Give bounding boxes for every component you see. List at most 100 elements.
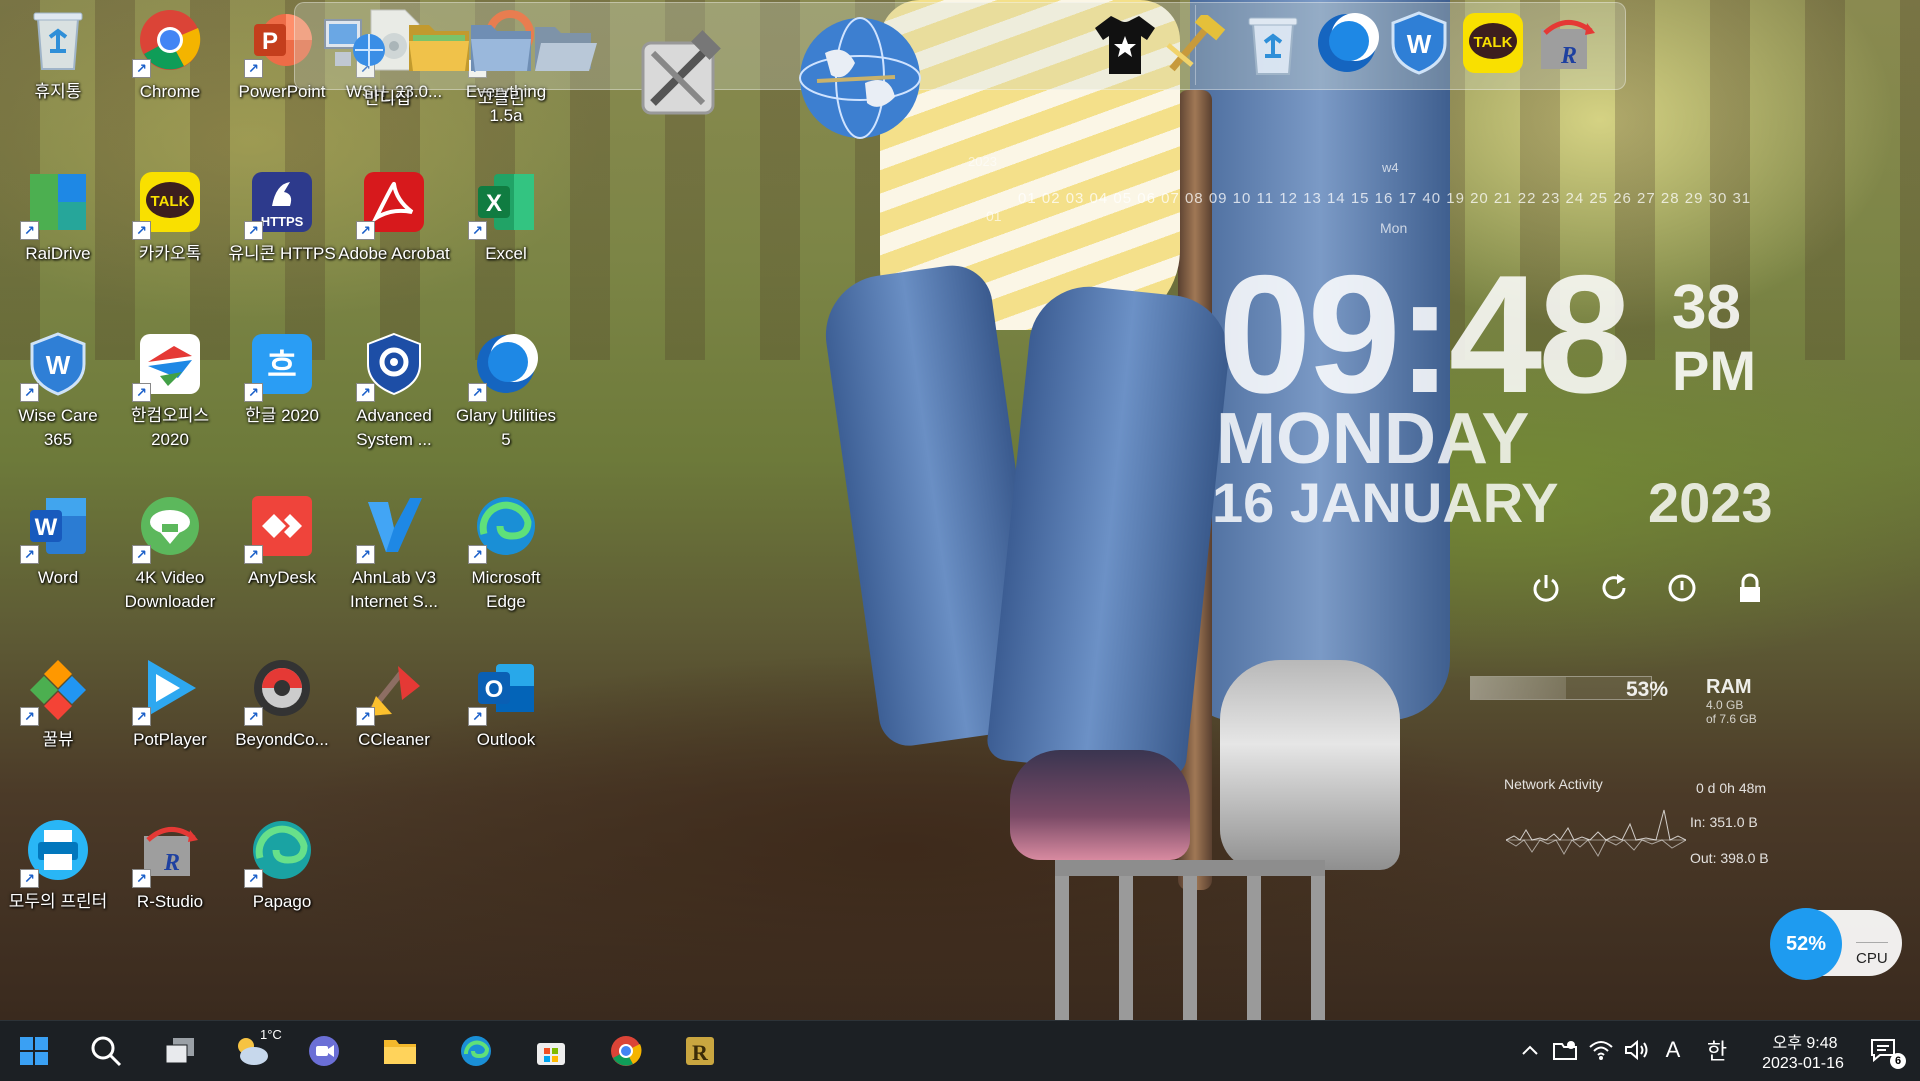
start-icon[interactable] — [10, 1029, 58, 1073]
4k-downloader-icon: ↗ — [132, 492, 204, 564]
desktop-icon-24[interactable]: O ↗ Outlook — [450, 654, 562, 752]
store-icon[interactable] — [527, 1029, 575, 1073]
lock-icon[interactable] — [1730, 568, 1770, 608]
dock-folder-blue-icon[interactable] — [467, 11, 535, 79]
ime-language[interactable]: 한 — [1702, 1035, 1732, 1065]
chat-icon[interactable] — [300, 1029, 348, 1073]
dock-tools-icon[interactable] — [613, 13, 743, 143]
shortcut-arrow-icon: ↗ — [356, 221, 375, 240]
desktop-icon-label: 한글 2020 — [245, 406, 319, 425]
desktop-icon-label: 모두의 프린터 — [8, 892, 108, 911]
desktop-icon-27[interactable]: ↗ Papago — [226, 816, 338, 914]
recycle-bin-icon — [24, 6, 92, 74]
shortcut-arrow-icon: ↗ — [20, 869, 39, 888]
shortcut-arrow-icon: ↗ — [132, 869, 151, 888]
desktop-icon-20[interactable]: ↗ 꿀뷰 — [2, 654, 114, 752]
desktop-icon-label: RaiDrive — [25, 244, 91, 263]
shortcut-arrow-icon: ↗ — [356, 383, 375, 402]
hancom-icon: ↗ — [132, 330, 204, 402]
rstudio-icon[interactable]: R — [676, 1029, 724, 1073]
shortcut-arrow-icon: ↗ — [132, 59, 151, 78]
desktop-icon-1[interactable]: ↗ Chrome — [114, 6, 226, 104]
taskbar-clock-date[interactable]: 2023-01-16 — [1748, 1055, 1858, 1073]
dock-recycle-bin-icon[interactable] — [1239, 11, 1307, 79]
desktop-icon-10[interactable]: W ↗ Wise Care 365 — [2, 330, 114, 452]
volume-icon[interactable] — [1622, 1035, 1652, 1065]
dock-rstudio-icon[interactable]: R — [1533, 9, 1601, 77]
desktop-icon-5[interactable]: ↗ RaiDrive — [2, 168, 114, 266]
shortcut-arrow-icon: ↗ — [356, 545, 375, 564]
ram-label: RAM — [1706, 676, 1752, 698]
desktop-icon-25[interactable]: ↗ 모두의 프린터 — [2, 816, 114, 914]
desktop-icon-21[interactable]: ↗ PotPlayer — [114, 654, 226, 752]
svg-text:P: P — [262, 28, 278, 55]
dock-globe-icon[interactable] — [795, 13, 925, 143]
chevron-up-icon[interactable] — [1515, 1035, 1545, 1065]
desktop-icon-14[interactable]: ↗ Glary Utilities 5 — [450, 330, 562, 452]
dock-hammer-icon[interactable] — [1161, 11, 1229, 79]
shortcut-arrow-icon: ↗ — [468, 707, 487, 726]
restart-icon[interactable] — [1594, 568, 1634, 608]
dock-glary-icon[interactable] — [1313, 9, 1381, 77]
desktop-icon-0[interactable]: 휴지통 — [2, 6, 114, 104]
network-activity-label: Network Activity — [1504, 776, 1603, 792]
desktop-icon-6[interactable]: TALK ↗ 카카오톡 — [114, 168, 226, 266]
task-view-icon[interactable] — [156, 1029, 204, 1073]
desktop-icon-7[interactable]: HTTPS ↗ 유니콘 HTTPS — [226, 168, 338, 266]
file-explorer-icon[interactable] — [376, 1029, 424, 1073]
desktop-icon-18[interactable]: ↗ AhnLab V3 Internet S... — [338, 492, 450, 614]
desktop-icon-17[interactable]: ↗ AnyDesk — [226, 492, 338, 590]
edge-icon[interactable] — [452, 1029, 500, 1073]
shortcut-arrow-icon: ↗ — [132, 545, 151, 564]
chrome-icon[interactable] — [602, 1029, 650, 1073]
network-out: Out: 398.0 B — [1690, 850, 1769, 866]
dock-folder-green-icon[interactable] — [405, 11, 473, 79]
clock-seconds: 38 — [1672, 273, 1741, 342]
desktop-icon-8[interactable]: ↗ Adobe Acrobat — [338, 168, 450, 266]
clock-ampm: PM — [1672, 339, 1756, 402]
sleep-icon[interactable] — [1662, 568, 1702, 608]
power-icon[interactable] — [1526, 568, 1566, 608]
desktop-icon-label: Papago — [252, 892, 312, 911]
desktop-icon-label: CCleaner — [358, 730, 430, 749]
chrome-icon: ↗ — [132, 6, 204, 78]
kakaotalk-icon: TALK ↗ — [132, 168, 204, 240]
network-folder-icon[interactable] — [1550, 1035, 1580, 1065]
dock-kakaotalk-icon[interactable]: TALK — [1459, 9, 1527, 77]
desktop-icon-22[interactable]: ↗ BeyondCo... — [226, 654, 338, 752]
dock-wisecare-icon[interactable]: W — [1385, 9, 1453, 77]
shortcut-arrow-icon: ↗ — [356, 707, 375, 726]
desktop-icon-26[interactable]: R ↗ R-Studio — [114, 816, 226, 914]
honeyview-icon: ↗ — [20, 654, 92, 726]
cpu-mini-graph — [1856, 924, 1888, 943]
desktop-icon-label: 유니콘 HTTPS — [228, 244, 336, 263]
desktop-icon-label: AnyDesk — [247, 568, 317, 587]
dock-computer-globe-icon[interactable] — [321, 11, 389, 79]
wifi-icon[interactable] — [1586, 1035, 1616, 1065]
desktop-icon-19[interactable]: ↗ Microsoft Edge — [450, 492, 562, 614]
shortcut-arrow-icon: ↗ — [20, 221, 39, 240]
dock-folder-open-icon[interactable] — [531, 13, 599, 81]
desktop-icon-16[interactable]: ↗ 4K Video Downloader — [114, 492, 226, 614]
svg-text:W: W — [35, 514, 58, 541]
ram-total: of 7.6 GB — [1706, 712, 1757, 726]
shortcut-arrow-icon: ↗ — [244, 707, 263, 726]
calendar-week: w4 — [1382, 160, 1399, 175]
desktop-icon-11[interactable]: ↗ 한컴오피스 2020 — [114, 330, 226, 452]
desktop-icon-9[interactable]: X ↗ Excel — [450, 168, 562, 266]
search-icon[interactable] — [82, 1029, 130, 1073]
shortcut-arrow-icon: ↗ — [244, 221, 263, 240]
raidrive-icon: ↗ — [20, 168, 92, 240]
desktop-icon-23[interactable]: ↗ CCleaner — [338, 654, 450, 752]
desktop-icon-13[interactable]: ↗ Advanced System ... — [338, 330, 450, 452]
svg-text:O: O — [485, 676, 504, 703]
taskbar-clock-time[interactable]: 오후 9:48 — [1760, 1029, 1850, 1053]
shortcut-arrow-icon: ↗ — [468, 545, 487, 564]
excel-icon: X ↗ — [468, 168, 540, 240]
dock-tshirt-icon[interactable] — [1091, 11, 1159, 79]
ime-mode[interactable]: A — [1658, 1035, 1688, 1065]
advanced-system-icon: ↗ — [356, 330, 428, 402]
desktop-icon-12[interactable]: 흐 ↗ 한글 2020 — [226, 330, 338, 428]
desktop-icon-15[interactable]: W ↗ Word — [2, 492, 114, 590]
papago-icon: ↗ — [244, 816, 316, 888]
